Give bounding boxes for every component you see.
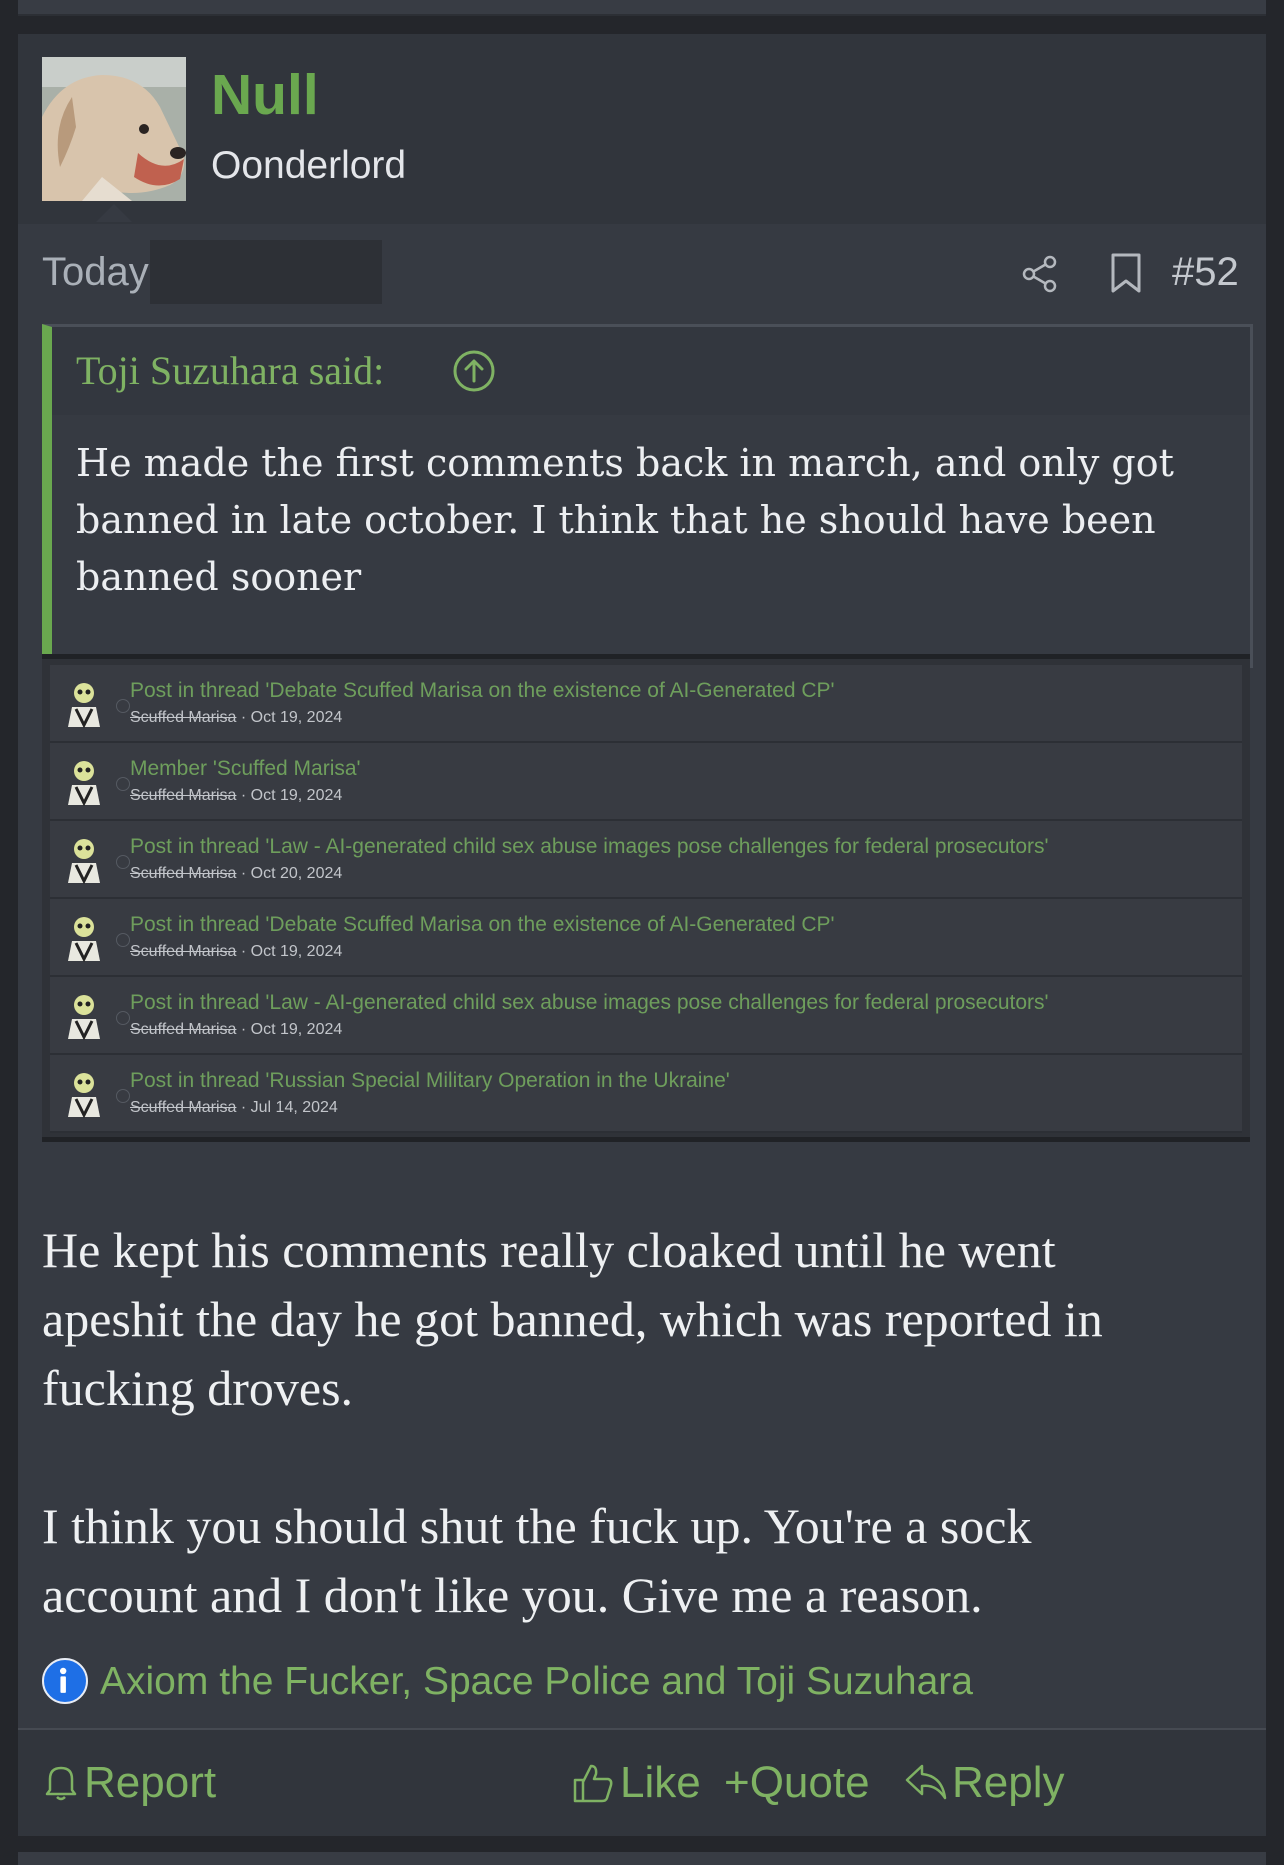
row-meta: Scuffed Marisa · Oct 19, 2024 bbox=[130, 943, 342, 961]
status-dot bbox=[116, 933, 130, 947]
row-date: · Oct 19, 2024 bbox=[240, 787, 343, 804]
list-item: Member 'Scuffed Marisa' Scuffed Marisa ·… bbox=[50, 743, 1242, 821]
quote-button[interactable]: +Quote bbox=[724, 1758, 874, 1808]
skull-avatar-icon bbox=[68, 1073, 100, 1119]
skull-avatar-icon bbox=[68, 683, 100, 729]
row-date: · Oct 20, 2024 bbox=[240, 865, 343, 882]
body-line: account and I don't like you. Give me a … bbox=[42, 1567, 983, 1623]
post-body: He kept his comments really cloaked unti… bbox=[42, 1216, 1252, 1630]
row-title: Post in thread 'Russian Special Military… bbox=[130, 1069, 730, 1092]
status-dot bbox=[116, 1011, 130, 1025]
status-dot bbox=[116, 777, 130, 791]
row-title: Post in thread 'Law - AI-generated child… bbox=[130, 835, 1049, 858]
row-title: Post in thread 'Law - AI-generated child… bbox=[130, 991, 1049, 1014]
redacted-time bbox=[150, 240, 382, 304]
reply-button[interactable]: Reply bbox=[904, 1758, 1065, 1808]
post-meta-row: Today #52 bbox=[42, 240, 1242, 304]
status-dot bbox=[116, 699, 130, 713]
post-date[interactable]: Today bbox=[42, 250, 149, 295]
previous-post-edge bbox=[18, 0, 1266, 16]
report-button[interactable]: Report bbox=[44, 1758, 217, 1808]
skull-avatar-icon bbox=[68, 995, 100, 1041]
quote-line: banned sooner bbox=[76, 555, 362, 599]
row-user: Scuffed Marisa bbox=[130, 709, 237, 726]
thumbs-up-icon bbox=[573, 1764, 613, 1803]
row-title: Member 'Scuffed Marisa' bbox=[130, 757, 361, 780]
bell-icon bbox=[45, 1766, 77, 1801]
embedded-screenshot[interactable]: Post in thread 'Debate Scuffed Marisa on… bbox=[42, 654, 1250, 1142]
row-date: · Oct 19, 2024 bbox=[240, 943, 343, 960]
reply-label: Reply bbox=[952, 1758, 1065, 1807]
post-actions: Report Like +Quote Reply bbox=[18, 1728, 1266, 1836]
share-icon[interactable] bbox=[1020, 254, 1060, 294]
body-line: He kept his comments really cloaked unti… bbox=[42, 1222, 1056, 1278]
status-dot bbox=[116, 1089, 130, 1103]
row-user: Scuffed Marisa bbox=[130, 1099, 237, 1116]
skull-avatar-icon bbox=[68, 917, 100, 963]
user-title: Oonderlord bbox=[211, 144, 407, 187]
list-item: Post in thread 'Debate Scuffed Marisa on… bbox=[50, 665, 1242, 743]
quote-text: He made the first comments back in march… bbox=[76, 435, 1226, 606]
reply-icon bbox=[905, 1764, 947, 1800]
arrow-up-circle-icon[interactable] bbox=[452, 349, 496, 393]
quote-header: Toji Suzuhara said: bbox=[52, 327, 1250, 415]
like-label: Like bbox=[620, 1758, 701, 1807]
post-card: Null Oonderlord Today #52 Toji Suzuhara … bbox=[18, 34, 1266, 1836]
row-date: · Oct 19, 2024 bbox=[240, 709, 343, 726]
skull-avatar-icon bbox=[68, 761, 100, 807]
body-line: fucking droves. bbox=[42, 1360, 354, 1416]
quote-block: Toji Suzuhara said: He made the first co… bbox=[42, 324, 1253, 668]
skull-avatar-icon bbox=[68, 839, 100, 885]
quote-line: He made the first comments back in march… bbox=[76, 441, 1174, 485]
row-user: Scuffed Marisa bbox=[130, 865, 237, 882]
quote-author[interactable]: Toji Suzuhara said: bbox=[76, 347, 384, 394]
list-item: Post in thread 'Russian Special Military… bbox=[50, 1055, 1242, 1133]
row-meta: Scuffed Marisa · Oct 19, 2024 bbox=[130, 1021, 342, 1039]
bookmark-icon[interactable] bbox=[1110, 252, 1142, 294]
row-date: · Oct 19, 2024 bbox=[240, 1021, 343, 1038]
next-post-edge bbox=[18, 1852, 1266, 1865]
row-user: Scuffed Marisa bbox=[130, 943, 237, 960]
dog-avatar-image bbox=[42, 57, 186, 201]
row-title: Post in thread 'Debate Scuffed Marisa on… bbox=[130, 913, 835, 936]
list-item: Post in thread 'Law - AI-generated child… bbox=[50, 821, 1242, 899]
row-user: Scuffed Marisa bbox=[130, 1021, 237, 1038]
body-line: apeshit the day he got banned, which was… bbox=[42, 1291, 1103, 1347]
reactions-list[interactable]: Axiom the Fucker, Space Police and Toji … bbox=[100, 1660, 973, 1704]
avatar-pointer bbox=[96, 204, 132, 222]
body-line: I think you should shut the fuck up. You… bbox=[42, 1498, 1032, 1554]
avatar[interactable] bbox=[42, 57, 186, 201]
username[interactable]: Null bbox=[211, 62, 319, 128]
row-meta: Scuffed Marisa · Oct 20, 2024 bbox=[130, 865, 342, 883]
row-meta: Scuffed Marisa · Jul 14, 2024 bbox=[130, 1099, 338, 1117]
row-date: · Jul 14, 2024 bbox=[240, 1099, 338, 1116]
list-item: Post in thread 'Law - AI-generated child… bbox=[50, 977, 1242, 1055]
quote-label: +Quote bbox=[724, 1758, 870, 1807]
status-dot bbox=[116, 855, 130, 869]
list-item: Post in thread 'Debate Scuffed Marisa on… bbox=[50, 899, 1242, 977]
row-meta: Scuffed Marisa · Oct 19, 2024 bbox=[130, 709, 342, 727]
row-title: Post in thread 'Debate Scuffed Marisa on… bbox=[130, 679, 835, 702]
post-number[interactable]: #52 bbox=[1172, 250, 1239, 295]
info-icon bbox=[42, 1658, 88, 1704]
post-header: Null Oonderlord bbox=[18, 34, 1266, 224]
report-label: Report bbox=[84, 1758, 217, 1807]
row-user: Scuffed Marisa bbox=[130, 787, 237, 804]
like-button[interactable]: Like bbox=[572, 1758, 702, 1808]
row-meta: Scuffed Marisa · Oct 19, 2024 bbox=[130, 787, 342, 805]
quote-line: banned in late october. I think that he … bbox=[76, 498, 1156, 542]
reactions-bar: Axiom the Fucker, Space Police and Toji … bbox=[42, 1654, 1242, 1710]
